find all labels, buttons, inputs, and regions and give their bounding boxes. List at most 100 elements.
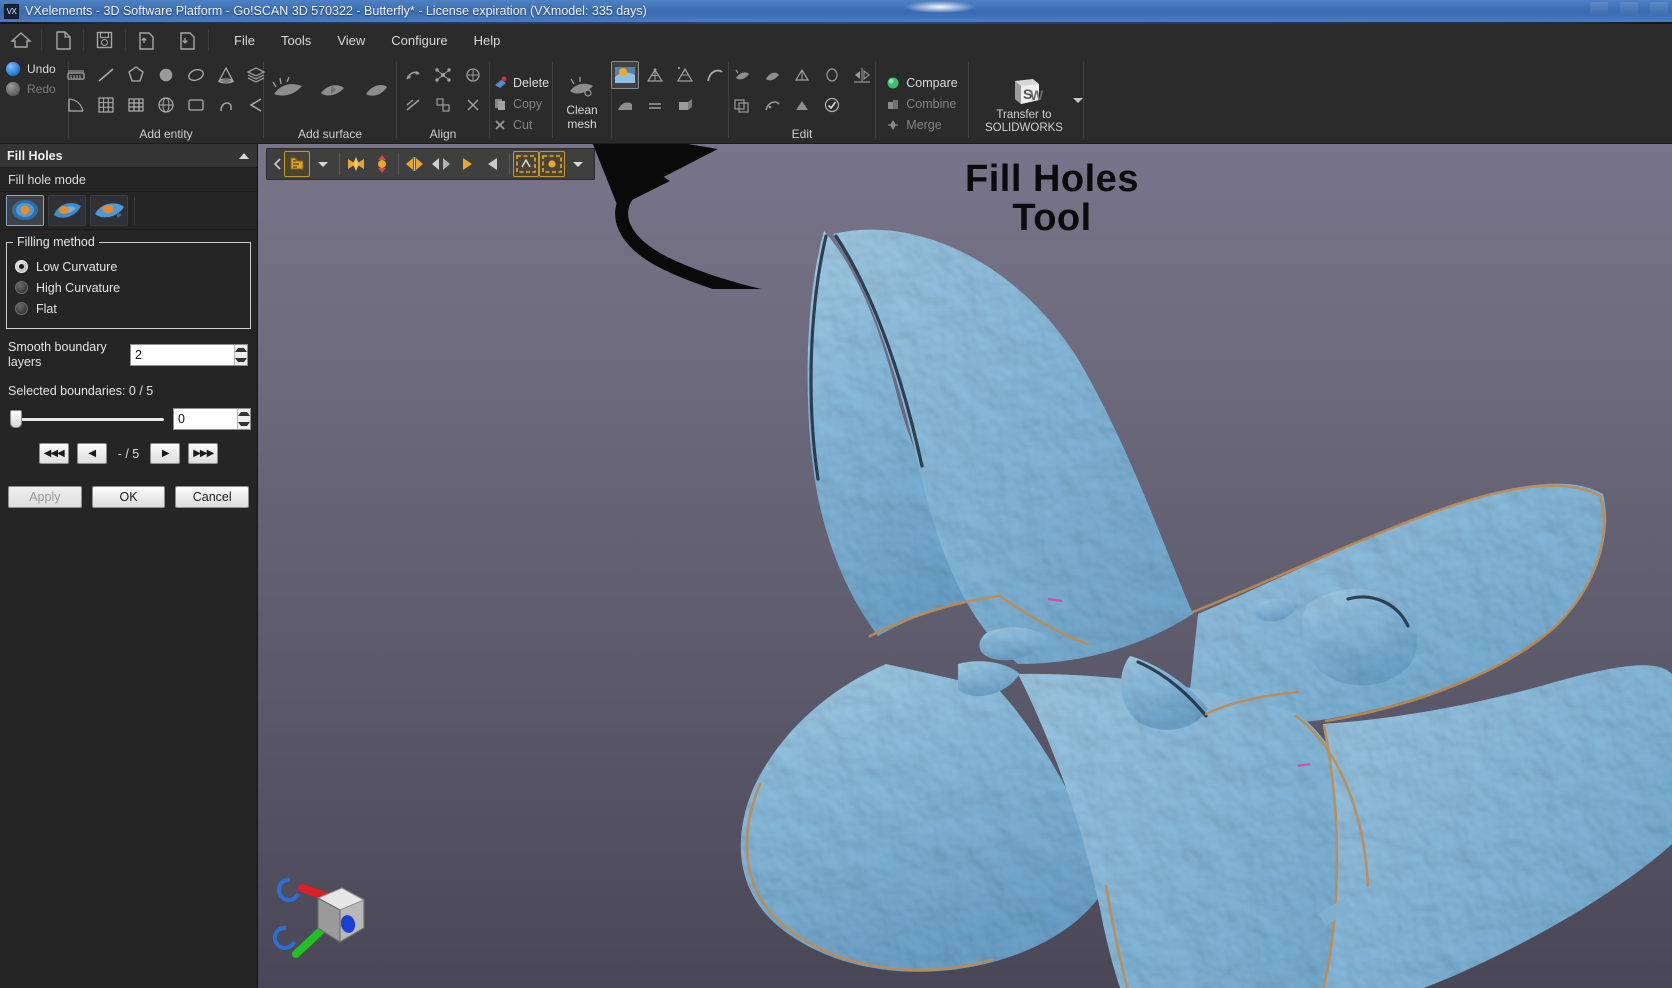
- home-icon[interactable]: [0, 25, 41, 55]
- export-icon[interactable]: [167, 25, 208, 55]
- last-boundary-button[interactable]: ▶▶▶: [188, 443, 219, 464]
- ok-button[interactable]: OK: [91, 486, 166, 508]
- clean-mesh-button[interactable]: Clean mesh: [558, 73, 606, 133]
- solidworks-cube-icon: S W: [1015, 78, 1044, 104]
- minimize-button[interactable]: [1590, 2, 1608, 16]
- menu-item-help[interactable]: Help: [463, 29, 512, 52]
- import-icon[interactable]: [126, 25, 167, 55]
- polygon-icon[interactable]: [122, 61, 150, 89]
- edit-flip-icon[interactable]: [758, 61, 786, 89]
- radio-high-curvature[interactable]: High Curvature: [15, 277, 242, 298]
- ellipse-icon[interactable]: [182, 61, 210, 89]
- edit-section-icon[interactable]: [818, 61, 846, 89]
- rectangle-icon[interactable]: [182, 91, 210, 119]
- fill-holes-icon[interactable]: [611, 61, 639, 89]
- compare-button[interactable]: Compare: [882, 74, 961, 92]
- transfer-to-solidworks-button[interactable]: S W Transfer to SOLIDWORKS: [975, 71, 1073, 135]
- align-best-fit-icon[interactable]: [399, 61, 427, 89]
- surface-extend-icon[interactable]: [353, 66, 399, 112]
- sphere-icon[interactable]: [152, 91, 180, 119]
- spin-down-icon[interactable]: [238, 419, 250, 429]
- orientation-cube[interactable]: [268, 850, 378, 960]
- fill-mode-curvature-button[interactable]: [48, 195, 86, 226]
- slider-handle[interactable]: [10, 410, 22, 428]
- merge-button[interactable]: Merge: [882, 116, 961, 134]
- menu-item-file[interactable]: File: [223, 29, 266, 52]
- cone-icon[interactable]: [212, 61, 240, 89]
- menu-items: File Tools View Configure Help: [223, 29, 511, 52]
- surface-fill-icon[interactable]: [309, 66, 355, 112]
- edit-more-icon[interactable]: [848, 91, 876, 119]
- angle-icon[interactable]: [62, 91, 90, 119]
- align-manual-icon[interactable]: [459, 91, 487, 119]
- menu-item-tools[interactable]: Tools: [270, 29, 322, 52]
- panel-action-buttons: Apply OK Cancel: [8, 486, 250, 508]
- boundary-smooth-icon[interactable]: [611, 91, 639, 119]
- spin-down-icon[interactable]: [235, 355, 247, 365]
- prev-boundary-button[interactable]: ◀: [76, 443, 107, 464]
- maximize-button[interactable]: [1620, 2, 1638, 16]
- menu-item-configure[interactable]: Configure: [380, 29, 458, 52]
- undo-button[interactable]: Undo: [6, 62, 56, 76]
- combine-button[interactable]: Combine: [882, 95, 961, 113]
- select-mode-icon[interactable]: [284, 151, 310, 177]
- app-icon: VX: [4, 3, 19, 19]
- align-points-icon[interactable]: [429, 61, 457, 89]
- smooth-boundary-stepper[interactable]: [130, 344, 248, 366]
- edit-validate-icon[interactable]: [818, 91, 846, 119]
- edit-shell-icon[interactable]: [758, 91, 786, 119]
- radio-flat-indicator: [15, 302, 28, 315]
- align-plane-icon[interactable]: [429, 91, 457, 119]
- mesh-grid-icon[interactable]: [122, 91, 150, 119]
- redo-button[interactable]: Redo: [6, 82, 56, 96]
- chevron-up-icon[interactable]: [239, 152, 249, 159]
- align-pair-icon[interactable]: [399, 91, 427, 119]
- delete-button[interactable]: Delete: [489, 74, 553, 92]
- grid-icon[interactable]: [92, 91, 120, 119]
- spin-up-icon[interactable]: [238, 409, 250, 419]
- copy-button[interactable]: Copy: [489, 95, 553, 113]
- measure-icon[interactable]: [62, 61, 90, 89]
- subdivide-icon[interactable]: [671, 61, 699, 89]
- next-boundary-button[interactable]: ▶: [150, 443, 181, 464]
- apply-button[interactable]: Apply: [8, 486, 82, 508]
- mesh-more-icon[interactable]: [701, 91, 729, 119]
- cut-button[interactable]: Cut: [489, 116, 553, 134]
- edit-sharpen-icon[interactable]: [788, 91, 816, 119]
- smooth-curve-icon[interactable]: [701, 61, 729, 89]
- edit-trim-icon[interactable]: [728, 61, 756, 89]
- fill-mode-single-button[interactable]: [6, 195, 44, 226]
- smooth-boundary-input[interactable]: [131, 345, 234, 365]
- save-icon[interactable]: [84, 25, 125, 55]
- circle-icon[interactable]: [152, 61, 180, 89]
- smooth-boundary-spin-buttons[interactable]: [234, 345, 247, 365]
- line-icon[interactable]: [92, 61, 120, 89]
- radio-high-curvature-label: High Curvature: [36, 280, 121, 295]
- 3d-viewport[interactable]: Fill Holes Tool: [258, 144, 1672, 988]
- extrude-icon[interactable]: [671, 91, 699, 119]
- collapse-left-icon[interactable]: [270, 150, 284, 178]
- close-button[interactable]: [1650, 2, 1668, 16]
- boundary-index-input[interactable]: [174, 409, 237, 429]
- boundary-slider[interactable]: [8, 410, 164, 428]
- new-file-icon[interactable]: [42, 25, 83, 55]
- fill-mode-bridge-button[interactable]: [90, 195, 128, 226]
- boundary-index-stepper[interactable]: [173, 408, 251, 430]
- menu-item-view[interactable]: View: [326, 29, 376, 52]
- first-boundary-button[interactable]: ◀◀◀: [38, 443, 69, 464]
- radio-high-curvature-indicator: [15, 281, 28, 294]
- offset-mesh-icon[interactable]: [641, 91, 669, 119]
- edit-duplicate-icon[interactable]: [728, 91, 756, 119]
- radio-low-curvature[interactable]: Low Curvature: [15, 256, 242, 277]
- boundary-index-spin-buttons[interactable]: [237, 409, 250, 429]
- spline-icon[interactable]: [212, 91, 240, 119]
- surface-patch-icon[interactable]: [265, 66, 311, 112]
- cancel-button[interactable]: Cancel: [175, 486, 250, 508]
- spin-up-icon[interactable]: [235, 345, 247, 355]
- align-auto-icon[interactable]: [459, 61, 487, 89]
- decimate-icon[interactable]: [641, 61, 669, 89]
- radio-flat[interactable]: Flat: [15, 298, 242, 319]
- window-controls[interactable]: [1590, 2, 1668, 16]
- edit-mirror-icon[interactable]: [848, 61, 876, 89]
- edit-triangulate-icon[interactable]: [788, 61, 816, 89]
